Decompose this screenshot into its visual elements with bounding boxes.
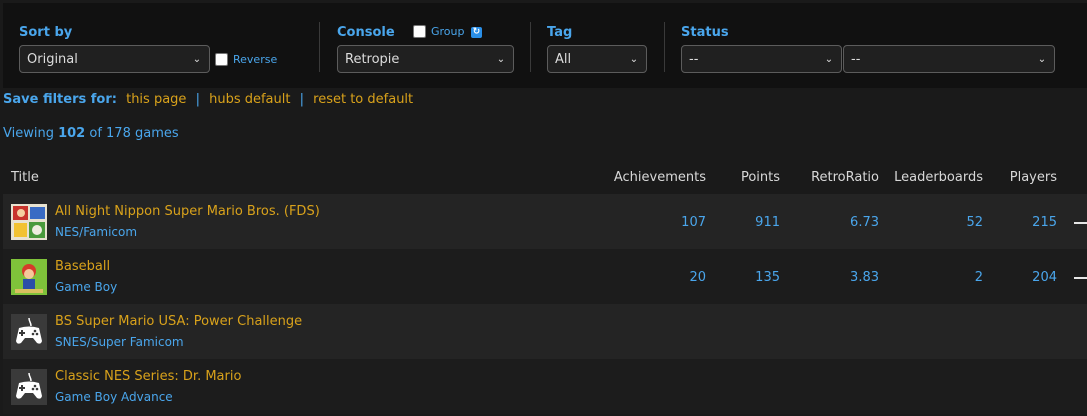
game-console-link[interactable]: Game Boy [55,280,117,294]
save-filters-row: Save filters for: this page | hubs defau… [3,92,413,107]
retroratio-value: 3.83 [850,270,879,285]
game-title-link[interactable]: Baseball [55,259,110,274]
players-count: 215 [1032,215,1057,230]
progress-indicator [1074,222,1087,224]
column-header-retroratio[interactable]: RetroRatio [811,170,879,185]
table-header: Title Achievements Points RetroRatio Lea… [3,160,1087,194]
players-count: 204 [1032,270,1057,285]
column-header-title[interactable]: Title [11,170,39,185]
column-header-players[interactable]: Players [1010,170,1057,185]
column-header-leaderboards[interactable]: Leaderboards [894,170,983,185]
save-filters-label: Save filters for: [3,92,117,107]
status-select-secondary[interactable]: -- ⌄ [843,45,1055,73]
table-row: BS Super Mario USA: Power Challenge SNES… [3,304,1087,359]
points-value: 135 [755,270,780,285]
game-title-link[interactable]: BS Super Mario USA: Power Challenge [55,314,302,329]
status-group: Status -- ⌄ -- ⌄ [3,3,1087,88]
leaderboards-count: 52 [966,215,983,230]
status-value-secondary: -- [851,51,861,67]
viewing-total: of 178 games [89,126,179,141]
column-header-achievements[interactable]: Achievements [614,170,706,185]
achievements-count: 107 [681,215,706,230]
achievements-count: 20 [689,270,706,285]
reset-to-default-link[interactable]: reset to default [313,92,413,107]
viewing-prefix: Viewing [3,126,54,141]
save-hubs-default-link[interactable]: hubs default [209,92,290,107]
status-select-primary[interactable]: -- ⌄ [681,45,842,73]
controller-icon[interactable] [11,314,47,350]
chevron-down-icon: ⌄ [1037,53,1047,65]
game-title-link[interactable]: All Night Nippon Super Mario Bros. (FDS) [55,204,320,219]
game-title-link[interactable]: Classic NES Series: Dr. Mario [55,369,241,384]
table-row: All Night Nippon Super Mario Bros. (FDS)… [3,194,1087,249]
link-separator: | [299,92,305,107]
game-boxart-icon[interactable] [11,259,47,295]
status-label: Status [681,25,729,40]
points-value: 911 [755,215,780,230]
leaderboards-count: 2 [974,270,983,285]
viewing-shown-count: 102 [58,126,86,141]
filter-panel: Sort by Original ⌄ Reverse Console Group… [3,3,1087,88]
controller-icon[interactable] [11,369,47,405]
game-boxart-icon[interactable] [11,204,47,240]
game-console-link[interactable]: Game Boy Advance [55,390,173,404]
game-console-link[interactable]: NES/Famicom [55,225,137,239]
progress-indicator [1074,277,1087,279]
column-header-points[interactable]: Points [741,170,780,185]
retroratio-value: 6.73 [850,215,879,230]
chevron-down-icon: ⌄ [824,53,834,65]
status-value-primary: -- [689,51,699,67]
save-this-page-link[interactable]: this page [126,92,186,107]
table-row: Baseball Game Boy 20 135 3.83 2 204 [3,249,1087,304]
table-row: Classic NES Series: Dr. Mario Game Boy A… [3,359,1087,414]
viewing-count: Viewing 102 of 178 games [3,126,179,141]
link-separator: | [195,92,200,107]
game-console-link[interactable]: SNES/Super Famicom [55,335,184,349]
